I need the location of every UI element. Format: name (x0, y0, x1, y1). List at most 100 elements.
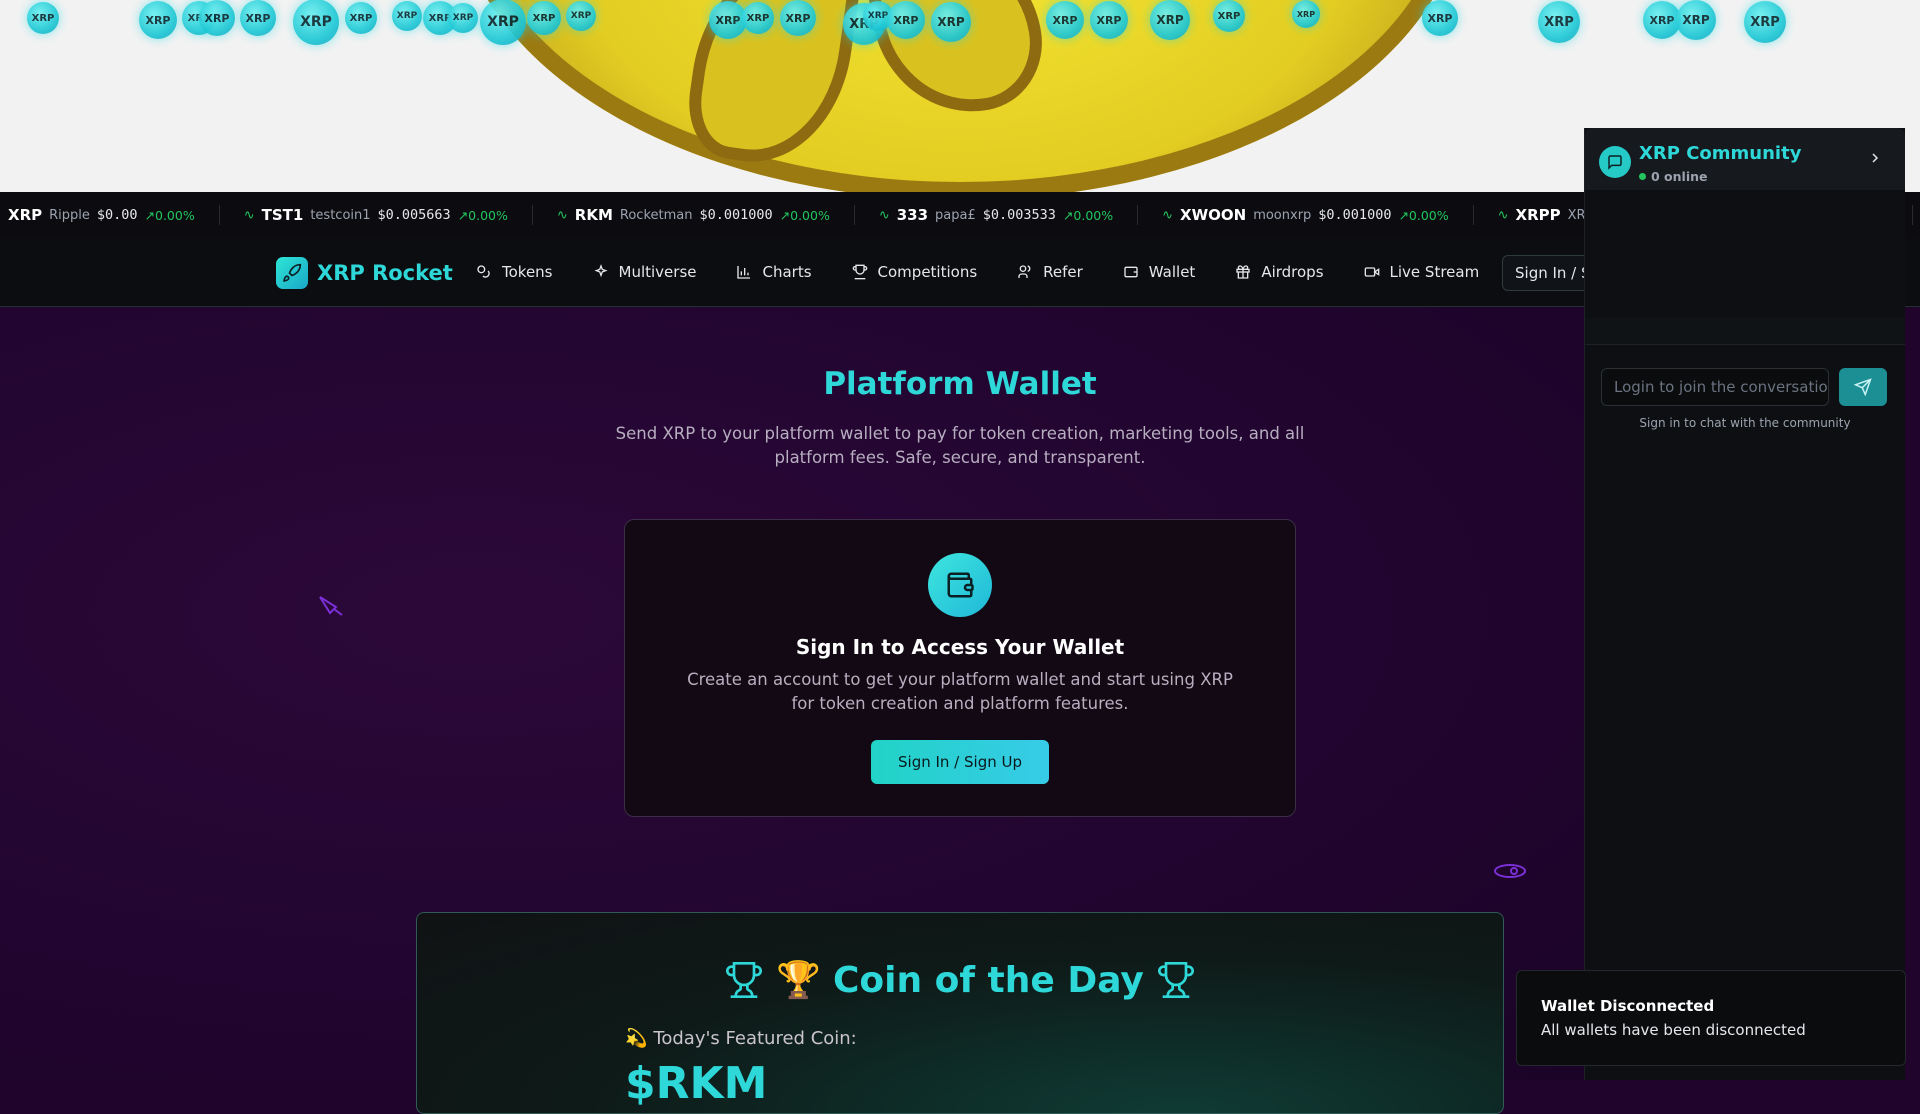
xrp-bubble: XRP (199, 0, 235, 36)
card-signin-button[interactable]: Sign In / Sign Up (871, 740, 1049, 784)
users-icon (1018, 265, 1031, 278)
xrp-bubble: XRP (27, 2, 59, 34)
cotd-subtitle: Today's Featured Coin: (653, 1028, 857, 1049)
page-subtitle: Send XRP to your platform wallet to pay … (615, 424, 1305, 467)
ticker-item[interactable]: ∿ 333 papa£ $0.003533 ↗0.00% (855, 205, 1139, 225)
xrp-bubble: XRP (566, 1, 596, 31)
chat-signin-note: Sign in to chat with the community (1639, 416, 1851, 430)
online-dot-icon (1639, 173, 1646, 180)
chevron-right-icon[interactable] (1867, 150, 1883, 166)
xrp-bubble: XRP (742, 2, 774, 34)
activity-pulse-icon: ∿ (1162, 207, 1174, 223)
nav-menu: Tokens Multiverse Charts Competitions Refer W… (456, 238, 1499, 306)
nav-item-live-stream[interactable]: Live Stream (1344, 238, 1500, 306)
send-button[interactable] (1839, 368, 1887, 406)
cotd-title: Coin of the Day (832, 959, 1144, 1001)
cotd-title-row: 🏆 Coin of the Day (417, 959, 1503, 1001)
xrp-bubble: XRP (1090, 1, 1128, 39)
nav-item-refer[interactable]: Refer (997, 238, 1103, 306)
ticker-price: $0.003533 (982, 207, 1056, 223)
chat-header[interactable]: XRP Community 0 online (1585, 128, 1905, 190)
video-icon (1364, 267, 1379, 277)
trophy-icon (852, 264, 867, 280)
activity-pulse-icon: ∿ (243, 207, 255, 223)
xrp-bubble: XRP (1538, 1, 1580, 43)
ticker-name: Rocketman (619, 207, 693, 223)
rocket-decoration-icon (319, 596, 343, 616)
wallet-icon (928, 553, 992, 617)
xrp-bubble: XRP (1744, 1, 1786, 43)
nav-item-tokens[interactable]: Tokens (456, 238, 573, 306)
xrp-bubble: XRP (1046, 1, 1084, 39)
ticker-symbol: XWOON (1180, 206, 1247, 224)
nav-item-label: Competitions (877, 263, 978, 281)
xrp-bubble: XRP (392, 1, 422, 31)
xrp-bubble: XRP (448, 3, 478, 33)
nav-item-label: Multiverse (618, 263, 697, 281)
xrp-bubble: XRP (1292, 0, 1320, 28)
nav-item-label: Refer (1043, 263, 1083, 281)
nav-item-label: Tokens (502, 263, 553, 281)
ticker-item[interactable]: XRP Ripple $0.00 ↗0.00% (0, 205, 220, 225)
xrp-bubble: XRP (345, 2, 377, 34)
chat-messages-area (1585, 318, 1905, 345)
xrp-bubble: XRP (527, 1, 561, 35)
ticker-item[interactable]: ∿ TST1 testcoin1 $0.005663 ↗0.00% (220, 205, 533, 225)
nav-item-label: Charts (762, 263, 812, 281)
xrp-bubble: XRP (480, 0, 526, 45)
nav-item-multiverse[interactable]: Multiverse (573, 238, 717, 306)
xrp-bubble: XRP (780, 0, 816, 36)
ticker-symbol: 333 (896, 206, 929, 224)
ticker-symbol: XRP (8, 206, 43, 224)
ticker-name: testcoin1 (310, 207, 371, 223)
ticker-name: papa£ (935, 207, 976, 223)
ticker-symbol: XRPP (1515, 206, 1561, 224)
activity-pulse-icon: ∿ (878, 207, 890, 223)
ticker-price: $0.00 (96, 207, 138, 223)
chat-bubble-icon (1599, 146, 1631, 178)
chat-message-input[interactable]: Login to join the conversation (1601, 368, 1829, 406)
trophy-icon (1157, 962, 1194, 998)
ticker-change: ↗0.00% (457, 207, 508, 223)
toast-notification[interactable]: Wallet Disconnected All wallets have bee… (1516, 970, 1906, 1066)
cotd-subtitle-row: 💫 Today's Featured Coin: (625, 1028, 857, 1049)
ticker-change: ↗0.00% (1398, 207, 1449, 223)
activity-pulse-icon: ∿ (1497, 207, 1509, 223)
send-icon (1854, 378, 1872, 396)
xrp-bubble: XRP (887, 1, 925, 39)
ticker-symbol: TST1 (261, 206, 304, 224)
xrp-bubble: XRP (1150, 0, 1190, 40)
xrp-bubble: XRP (139, 1, 177, 39)
trophy-emoji-icon: 🏆 (776, 960, 821, 1001)
nav-item-label: Live Stream (1389, 263, 1480, 281)
online-count: 0 online (1651, 169, 1708, 184)
activity-pulse-icon: ∿ (556, 207, 568, 223)
nav-item-airdrops[interactable]: Airdrops (1215, 238, 1343, 306)
nav-item-charts[interactable]: Charts (716, 238, 831, 306)
nav-item-wallet[interactable]: Wallet (1103, 238, 1216, 306)
nav-item-competitions[interactable]: Competitions (832, 238, 998, 306)
nav-item-label: Airdrops (1261, 263, 1324, 281)
brand-name: XRP Rocket (317, 261, 453, 285)
ticker-change: ↗0.00% (1062, 207, 1114, 223)
dizzy-star-icon: 💫 (625, 1028, 648, 1049)
card-title: Sign In to Access Your Wallet (795, 635, 1125, 659)
ticker-item[interactable]: ∿ XWOON moonxrp $0.001000 ↗0.00% (1138, 205, 1474, 225)
rocket-icon (276, 257, 308, 289)
ticker-name: Ripple (49, 207, 90, 223)
wallet-icon (1124, 266, 1138, 278)
xrp-bubble: XRP (293, 0, 339, 45)
ticker-change: ↗0.00% (144, 207, 195, 223)
chat-title: XRP Community (1639, 143, 1802, 164)
community-chat-panel: XRP Community 0 online Login to join the… (1584, 128, 1905, 1080)
gift-icon (1236, 265, 1250, 279)
xrp-bubble: XRP (1676, 0, 1716, 40)
wallet-signin-card: Sign In to Access Your Wallet Create an … (624, 519, 1296, 817)
ticker-item[interactable]: ∿ RKM Rocketman $0.001000 ↗0.00% (533, 205, 855, 225)
trophy-icon (726, 962, 763, 998)
xrp-bubble: XRP (931, 2, 971, 42)
brand[interactable]: XRP Rocket (276, 257, 453, 289)
rocket-decoration-icon (1494, 864, 1526, 878)
chat-online-status: 0 online (1639, 169, 1707, 184)
ticker-symbol: RKM (574, 206, 613, 224)
